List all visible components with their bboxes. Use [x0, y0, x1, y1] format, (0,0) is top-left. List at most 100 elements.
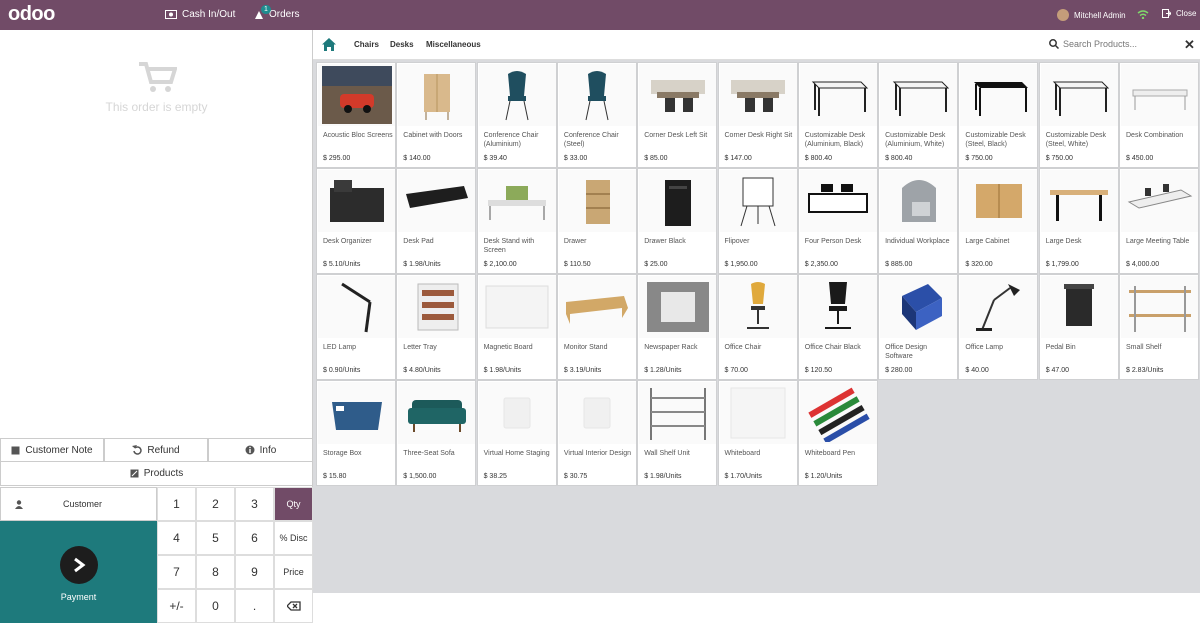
product-price: $ 0.90/Units	[323, 367, 361, 374]
pad-icon	[398, 170, 476, 232]
product-card[interactable]: Small Shelf $ 2.83/Units	[1119, 274, 1199, 380]
product-card[interactable]: Acoustic Bloc Screens $ 295.00	[316, 62, 396, 168]
customer-button[interactable]: Customer	[0, 487, 157, 521]
odoo-logo[interactable]: odoo	[8, 3, 55, 26]
key-9[interactable]: 9	[235, 555, 274, 589]
product-card[interactable]: Conference Chair (Steel) $ 33.00	[556, 62, 637, 168]
products-button[interactable]: Products	[0, 462, 313, 486]
key-label: 3	[251, 497, 258, 511]
logout-icon	[1162, 9, 1171, 18]
product-card[interactable]: Storage Box $ 15.80	[316, 380, 396, 486]
product-card[interactable]: Pedal Bin $ 47.00	[1038, 274, 1119, 380]
discount-mode-button[interactable]: % Disc	[274, 521, 313, 555]
category-chairs[interactable]: Chairs	[354, 40, 379, 49]
product-card[interactable]: Desk Organizer $ 5.10/Units	[316, 168, 396, 274]
product-card[interactable]: Whiteboard $ 1.70/Units	[717, 380, 798, 486]
qty-mode-button[interactable]: Qty	[274, 487, 313, 521]
product-card[interactable]: Desk Stand with Screen $ 2,100.00	[476, 168, 557, 274]
product-card[interactable]: Letter Tray $ 4.80/Units	[396, 274, 477, 380]
product-card[interactable]: Virtual Interior Design $ 30.75	[556, 380, 637, 486]
product-price: $ 1,799.00	[1045, 261, 1079, 268]
note-icon	[11, 446, 20, 454]
product-card[interactable]: Office Lamp $ 40.00	[958, 274, 1039, 380]
close-label: Close	[1176, 9, 1197, 18]
key-2[interactable]: 2	[196, 487, 235, 521]
product-card[interactable]: Customizable Desk (Steel, Black) $ 750.00	[958, 62, 1039, 168]
product-card[interactable]: Drawer Black $ 25.00	[637, 168, 718, 274]
key-6[interactable]: 6	[235, 521, 274, 555]
key-7[interactable]: 7	[157, 555, 196, 589]
product-card[interactable]: Office Chair Black $ 120.50	[797, 274, 878, 380]
product-card[interactable]: Drawer $ 110.50	[556, 168, 637, 274]
product-name: Magnetic Board	[483, 344, 533, 351]
search-box[interactable]: Search Products...	[1049, 39, 1137, 49]
product-card[interactable]: Wall Shelf Unit $ 1.98/Units	[637, 380, 718, 486]
key-3[interactable]: 3	[235, 487, 274, 521]
orders-label: Orders	[269, 9, 300, 20]
product-name: Acoustic Bloc Screens	[323, 132, 393, 139]
drawer-icon	[558, 170, 636, 232]
user-menu[interactable]: Mitchell Admin	[1057, 9, 1126, 21]
product-card[interactable]: Office Chair $ 70.00	[717, 274, 798, 380]
product-card[interactable]: Individual Workplace $ 885.00	[878, 168, 959, 274]
key-8[interactable]: 8	[196, 555, 235, 589]
category-bar: Chairs Desks Miscellaneous Search Produc…	[313, 30, 1200, 60]
key-0[interactable]: 0	[196, 589, 235, 623]
product-price: $ 47.00	[1045, 367, 1070, 374]
product-card[interactable]: Desk Combination $ 450.00	[1119, 62, 1199, 168]
product-card[interactable]: Newspaper Rack $ 1.28/Units	[637, 274, 718, 380]
product-card[interactable]: Three-Seat Sofa $ 1,500.00	[396, 380, 477, 486]
product-card[interactable]: Whiteboard Pen $ 1.20/Units	[797, 380, 878, 486]
price-mode-button[interactable]: Price	[274, 555, 313, 589]
key-5[interactable]: 5	[196, 521, 235, 555]
product-card[interactable]: Customizable Desk (Aluminium, Black) $ 80…	[797, 62, 878, 168]
product-card[interactable]: Four Person Desk $ 2,350.00	[797, 168, 878, 274]
product-card[interactable]: Large Desk $ 1,799.00	[1038, 168, 1119, 274]
key-1[interactable]: 1	[157, 487, 196, 521]
product-name: Drawer Black	[644, 238, 686, 245]
product-card[interactable]: Office Design Software $ 280.00	[878, 274, 959, 380]
close-session-button[interactable]: Close	[1162, 9, 1196, 18]
product-price: $ 1.28/Units	[644, 367, 682, 374]
product-card[interactable]: Customizable Desk (Steel, White) $ 750.00	[1038, 62, 1119, 168]
plus-minus-key[interactable]: +/-	[157, 589, 196, 623]
product-card[interactable]: Customizable Desk (Aluminium, White) $ 80…	[878, 62, 959, 168]
product-card[interactable]: Magnetic Board $ 1.98/Units	[476, 274, 557, 380]
cash-in-out-button[interactable]: Cash In/Out	[165, 9, 235, 20]
product-card[interactable]: Large Cabinet $ 320.00	[958, 168, 1039, 274]
clear-search-icon[interactable]: ✕	[1184, 37, 1195, 53]
search-input[interactable]: Search Products...	[1063, 39, 1137, 49]
product-price: $ 750.00	[1045, 155, 1073, 162]
backspace-key[interactable]	[274, 589, 313, 623]
product-card[interactable]: LED Lamp $ 0.90/Units	[316, 274, 396, 380]
numpad-area: Customer Payment 1 2 3 Qty 4 5 6 % Disc 7 8 9 Price…	[0, 487, 313, 623]
product-card[interactable]: Cabinet with Doors $ 140.00	[396, 62, 477, 168]
product-card[interactable]: Large Meeting Table $ 4,000.00	[1119, 168, 1199, 274]
refund-button[interactable]: Refund	[104, 438, 208, 462]
home-icon[interactable]	[322, 38, 336, 51]
payment-button[interactable]: Payment	[0, 521, 157, 623]
product-card[interactable]: Corner Desk Left Sit $ 85.00	[637, 62, 718, 168]
orders-count-badge: 1	[261, 5, 271, 14]
product-card[interactable]: Conference Chair (Aluminium) $ 39.40	[476, 62, 557, 168]
product-price: $ 30.75	[563, 473, 588, 480]
led-lamp-icon	[318, 276, 395, 338]
product-card[interactable]: Virtual Home Staging $ 38.25	[476, 380, 557, 486]
decimal-key[interactable]: .	[235, 589, 274, 623]
product-price: $ 750.00	[965, 155, 993, 162]
product-card[interactable]: Corner Desk Right Sit $ 147.00	[717, 62, 798, 168]
category-desks[interactable]: Desks	[390, 40, 414, 49]
edit-icon	[130, 469, 139, 478]
product-card[interactable]: Desk Pad $ 1.98/Units	[396, 168, 477, 274]
product-name: LED Lamp	[323, 344, 357, 351]
key-label: 2	[212, 497, 219, 511]
customer-note-button[interactable]: Customer Note	[0, 438, 104, 462]
meeting-table-icon	[1121, 170, 1198, 232]
category-miscellaneous[interactable]: Miscellaneous	[426, 40, 481, 49]
info-button[interactable]: Info	[208, 438, 313, 462]
product-card[interactable]: Flipover $ 1,950.00	[717, 168, 798, 274]
key-4[interactable]: 4	[157, 521, 196, 555]
storage-box-icon	[318, 382, 395, 444]
product-card[interactable]: Monitor Stand $ 3.19/Units	[556, 274, 637, 380]
products-label: Products	[143, 468, 184, 479]
